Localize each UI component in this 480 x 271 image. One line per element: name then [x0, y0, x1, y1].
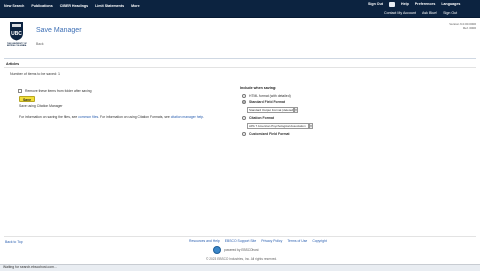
section-title: Articles	[6, 62, 20, 66]
footer-link-copyright[interactable]: Copyright	[312, 239, 327, 243]
page-header: UBC THE UNIVERSITY OF BRITISH COLUMBIA S…	[0, 18, 480, 54]
divider	[4, 236, 476, 237]
option-citation-format[interactable]: Citation Format	[242, 116, 274, 120]
top-right-links-row2: Contact My Account Ask Blue! Sign Out	[384, 11, 457, 15]
citation-format-select[interactable]: APA 7 American Psychological Association	[247, 123, 309, 129]
option-customized-field[interactable]: Customized Field Format	[242, 132, 290, 136]
copyright-text: © 2023 EBSCO Industries, Inc. All rights…	[206, 257, 278, 261]
top-link-contact[interactable]: Contact My Account	[384, 11, 416, 15]
remove-items-label: Remove these items from folder after sav…	[25, 89, 92, 93]
radio-customized-field[interactable]	[242, 132, 246, 136]
nav-publications[interactable]: Publications	[31, 4, 52, 8]
status-text: Waiting for search.ebscohost.com...	[3, 265, 57, 269]
info-prefix: For information on saving the files, see	[19, 115, 79, 119]
logo-text: UBC	[11, 31, 22, 37]
radio-standard-field[interactable]	[242, 100, 246, 104]
standard-format-select[interactable]: Standard Output Format (deleted)	[247, 107, 294, 113]
radio-html[interactable]	[242, 94, 246, 98]
top-link-preferences[interactable]: Preferences	[415, 2, 436, 7]
ubc-logo-icon: UBC	[10, 22, 23, 41]
page-title: Save Manager	[36, 27, 82, 34]
radio-citation-format[interactable]	[242, 116, 246, 120]
info-text: For information on saving the files, see…	[19, 115, 204, 119]
option-standard-label: Standard Field Format	[249, 100, 285, 104]
save-options-panel: Include when saving: HTML format (with d…	[240, 86, 313, 136]
footer-link-privacy[interactable]: Privacy Policy	[261, 239, 282, 243]
ref-text: Ref. 0000	[462, 26, 476, 30]
citation-manager-link[interactable]: Save using Citation Manager	[19, 104, 63, 108]
footer-link-terms[interactable]: Terms of Use	[287, 239, 307, 243]
powered-by-text: powered by EBSCOhost	[224, 248, 259, 252]
footer-links: Resources and Help EBSCO Support Site Pr…	[189, 239, 327, 243]
top-navigation-bar: New Search Publications CIBER Headings L…	[0, 0, 480, 18]
footer-link-resources[interactable]: Resources and Help	[189, 239, 220, 243]
info-suffix: .	[203, 115, 205, 119]
folder-icon[interactable]	[388, 2, 395, 7]
ebsco-logo-icon	[213, 246, 221, 254]
top-link-help[interactable]: Help	[401, 2, 409, 7]
option-html[interactable]: HTML format (with detailed)	[242, 94, 291, 98]
option-customized-label: Customized Field Format	[249, 132, 290, 136]
save-button[interactable]: Save	[19, 96, 35, 102]
nav-limit-statements[interactable]: Limit Statements	[95, 4, 124, 8]
nav-ciber-headings[interactable]: CIBER Headings	[60, 4, 88, 8]
top-link-languages[interactable]: Languages	[441, 2, 460, 7]
footer-link-support[interactable]: EBSCO Support Site	[225, 239, 256, 243]
top-link-sign-out[interactable]: Sign Out	[368, 2, 383, 7]
chevron-down-icon[interactable]: ▾	[309, 123, 313, 129]
back-to-top-link[interactable]: Back to Top	[5, 240, 23, 244]
info-middle: . For information on using Citation Form…	[98, 115, 171, 119]
option-citation-label: Citation Format	[249, 116, 275, 120]
divider	[4, 67, 476, 68]
options-heading: Include when saving:	[240, 86, 277, 90]
chevron-down-icon[interactable]: ▾	[294, 107, 298, 113]
divider	[4, 58, 476, 59]
top-link-ask[interactable]: Ask Blue!	[422, 11, 437, 15]
back-link[interactable]: Back	[36, 42, 44, 46]
main-nav: New Search Publications CIBER Headings L…	[4, 4, 140, 8]
items-count-text: Number of items to be saved: 1	[10, 72, 60, 76]
top-link-sign-out-2[interactable]: Sign Out	[443, 11, 457, 15]
remove-items-row: Remove these items from folder after sav…	[18, 89, 92, 93]
remove-items-checkbox[interactable]	[18, 89, 22, 93]
citation-help-link[interactable]: citation manager help	[171, 115, 203, 119]
nav-new-search[interactable]: New Search	[4, 4, 24, 8]
nav-more[interactable]: More	[131, 4, 140, 8]
header-version-info: Version 6.0.00.0000 Ref. 0000	[440, 22, 476, 30]
option-standard-field[interactable]: Standard Field Format	[242, 100, 285, 104]
top-right-links: Sign Out Help Preferences Languages	[368, 2, 460, 7]
logo-caption: THE UNIVERSITY OF BRITISH COLUMBIA	[7, 43, 27, 48]
option-html-label: HTML format (with detailed)	[249, 94, 291, 98]
common-files-link[interactable]: common files	[78, 115, 98, 119]
